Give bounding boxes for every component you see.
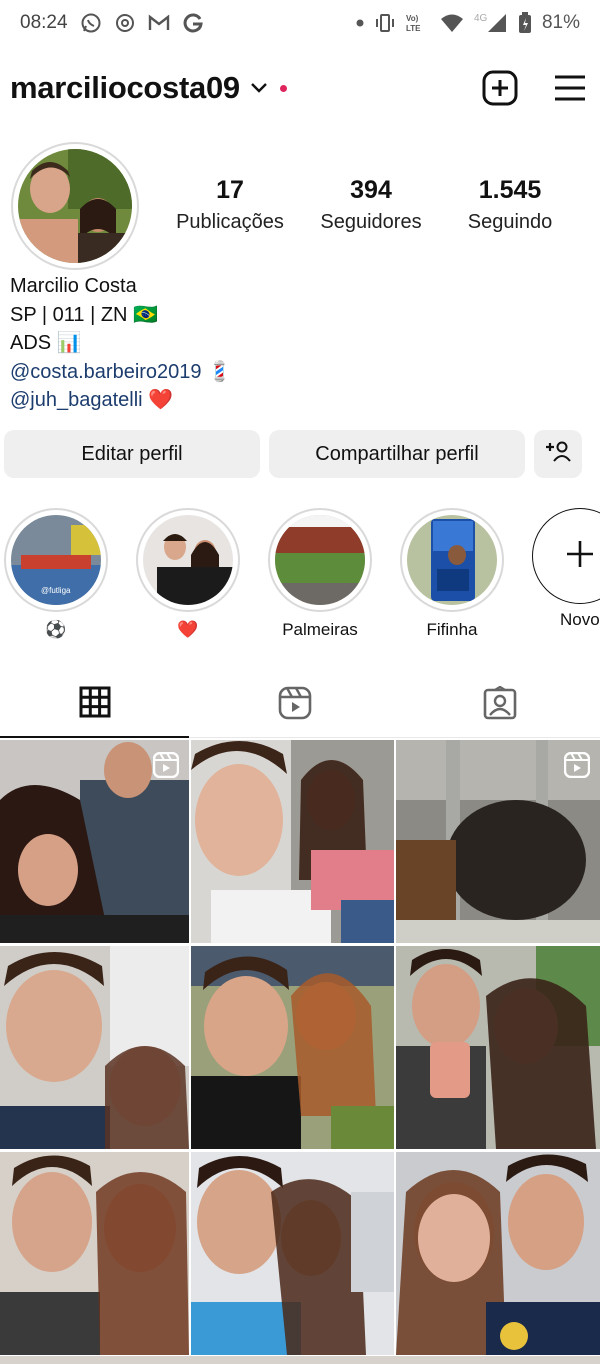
profile-bio: Marcilio Costa SP | 011 | ZN 🇧🇷 ADS 📊 @c… xyxy=(10,272,232,415)
tab-divider xyxy=(189,737,600,738)
reel-icon xyxy=(152,751,180,779)
profile-tabs xyxy=(0,672,600,738)
highlight-football[interactable]: @futliga ⚽ xyxy=(4,508,108,640)
post-thumbnail[interactable] xyxy=(191,1152,394,1355)
reels-icon xyxy=(278,686,312,725)
post-thumbnail[interactable] xyxy=(396,740,600,943)
post-thumbnail[interactable] xyxy=(0,946,189,1149)
profile-actions: Editar perfil Compartilhar perfil xyxy=(4,430,582,478)
svg-text:Vo): Vo) xyxy=(406,14,419,23)
new-post-icon[interactable] xyxy=(480,68,520,108)
status-left: 08:24 xyxy=(20,12,204,34)
tagged-icon xyxy=(483,685,517,725)
highlight-ring xyxy=(136,508,240,612)
discover-people-button[interactable] xyxy=(534,430,582,478)
bio-mention-1[interactable]: @costa.barbeiro2019 💈 xyxy=(10,358,232,387)
highlight-ring: @futliga xyxy=(4,508,108,612)
stat-following[interactable]: 1.545 Seguindo xyxy=(442,176,578,234)
tab-tagged[interactable] xyxy=(400,672,600,738)
grid-icon xyxy=(79,686,111,723)
stat-posts[interactable]: 17 Publicações xyxy=(160,176,300,234)
highlight-ring xyxy=(400,508,504,612)
notification-dot xyxy=(279,84,287,92)
post-thumbnail[interactable] xyxy=(191,946,394,1149)
post-thumbnail[interactable] xyxy=(191,740,394,943)
whatsapp-icon xyxy=(80,12,102,34)
highlight-fifinha[interactable]: Fifinha xyxy=(400,508,504,640)
gmail-icon xyxy=(148,12,170,34)
profile-stats: 17 Publicações 394 Seguidores 1.545 Segu… xyxy=(160,176,590,234)
new-highlight-ring xyxy=(532,508,600,604)
bio-line-2: ADS 📊 xyxy=(10,332,82,354)
post-thumbnail[interactable] xyxy=(0,1152,189,1355)
highlight-cover xyxy=(143,515,233,605)
highlight-overlay-text: @futliga xyxy=(41,586,71,595)
plus-icon xyxy=(565,539,595,574)
bio-mention-2[interactable]: @juh_bagatelli ❤️ xyxy=(10,386,232,415)
battery-icon xyxy=(518,12,532,34)
followers-label: Seguidores xyxy=(320,211,422,233)
wifi-icon xyxy=(440,13,464,33)
reel-icon xyxy=(563,751,591,779)
post-thumbnail[interactable] xyxy=(396,946,600,1149)
posts-count: 17 xyxy=(216,176,244,204)
svg-text:LTE: LTE xyxy=(406,24,421,33)
highlight-cover: @futliga xyxy=(11,515,101,605)
status-bar: 08:24 Vo) LTE 4G 81% xyxy=(0,0,600,46)
stat-followers[interactable]: 394 Seguidores xyxy=(300,176,442,234)
vibrate-icon xyxy=(374,13,396,33)
posts-label: Publicações xyxy=(176,211,284,233)
username[interactable]: marciliocosta09 xyxy=(10,70,240,106)
header-actions xyxy=(480,68,590,108)
highlight-heart[interactable]: ❤️ xyxy=(136,508,240,640)
highlight-ring xyxy=(268,508,372,612)
menu-icon[interactable] xyxy=(550,68,590,108)
display-name: Marcilio Costa xyxy=(10,275,137,297)
status-right: Vo) LTE 4G 81% xyxy=(356,12,580,34)
google-icon xyxy=(182,12,204,34)
add-person-icon xyxy=(544,439,572,469)
profile-avatar[interactable] xyxy=(11,142,139,270)
highlight-cover xyxy=(407,515,497,605)
posts-grid xyxy=(0,740,600,1355)
post-thumbnail[interactable] xyxy=(0,740,189,943)
tab-reels[interactable] xyxy=(189,672,400,738)
battery-percent: 81% xyxy=(541,12,580,33)
bio-line-1: SP | 011 | ZN 🇧🇷 xyxy=(10,303,158,326)
new-highlight[interactable]: Novo xyxy=(532,508,600,630)
avatar xyxy=(18,149,132,263)
signal-icon: 4G xyxy=(474,12,508,34)
highlight-label: Palmeiras xyxy=(282,620,358,639)
story-highlights: @futliga ⚽ ❤️ Palmeiras Fifinha Novo xyxy=(0,508,600,648)
following-label: Seguindo xyxy=(467,211,553,233)
share-profile-button[interactable]: Compartilhar perfil xyxy=(269,430,525,478)
highlight-label: Fifinha xyxy=(426,620,478,639)
clock: 08:24 xyxy=(20,12,68,33)
next-row-edge xyxy=(0,1356,600,1364)
post-thumbnail[interactable] xyxy=(396,1152,600,1355)
volte-icon: Vo) LTE xyxy=(406,13,430,33)
highlight-label: ⚽ xyxy=(45,620,67,639)
profile-header: marciliocosta09 xyxy=(10,62,590,114)
chevron-down-icon[interactable] xyxy=(250,82,268,94)
network-type: 4G xyxy=(474,13,488,24)
highlight-palmeiras[interactable]: Palmeiras xyxy=(268,508,372,640)
followers-count: 394 xyxy=(350,176,392,204)
tab-posts[interactable] xyxy=(0,672,189,738)
highlight-label: ❤️ xyxy=(177,620,199,639)
dot-icon xyxy=(356,19,364,27)
edit-profile-button[interactable]: Editar perfil xyxy=(4,430,260,478)
following-count: 1.545 xyxy=(478,176,542,204)
highlight-cover xyxy=(275,515,365,605)
highlight-label: Novo xyxy=(560,610,600,629)
sync-icon xyxy=(114,12,136,34)
